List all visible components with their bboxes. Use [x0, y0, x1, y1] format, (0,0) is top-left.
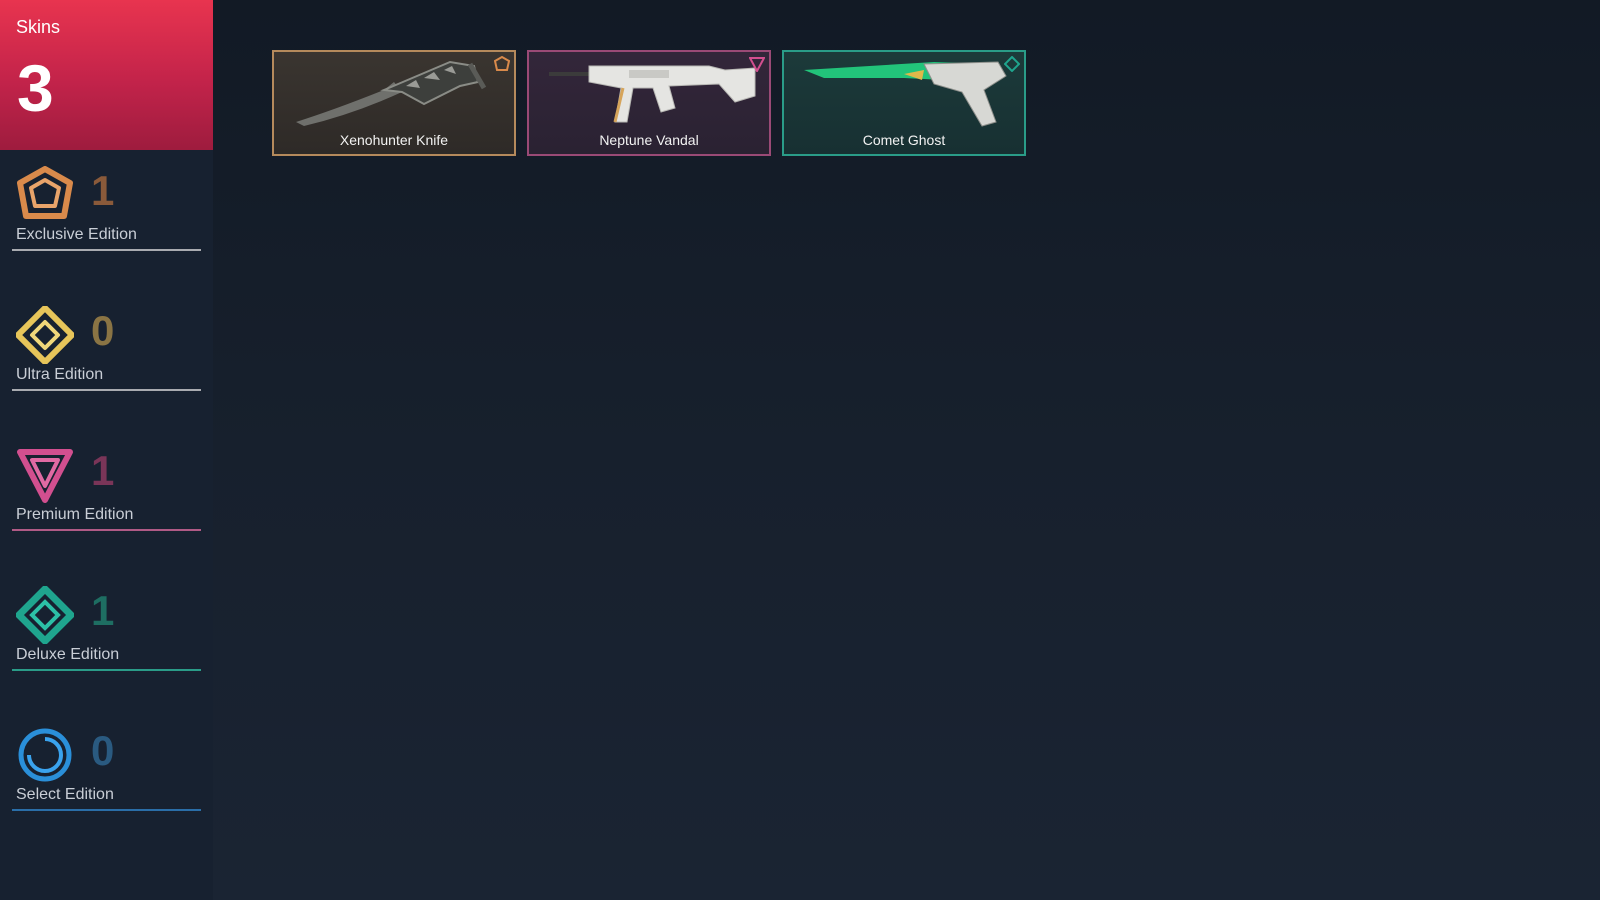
- exclusive-edition-icon: [494, 56, 510, 72]
- knife-icon: [274, 52, 514, 132]
- tier-label: Ultra Edition: [16, 366, 104, 383]
- tier-label: Deluxe Edition: [16, 646, 120, 663]
- premium-edition-icon: [749, 56, 765, 72]
- skins-total-count: 3: [17, 51, 54, 125]
- tier-count: 1: [91, 447, 115, 494]
- tier-divider: [12, 249, 201, 251]
- tier-deluxe-edition: 1 Deluxe Edition: [12, 586, 201, 676]
- tier-exclusive-edition: 1 Exclusive Edition: [12, 166, 201, 256]
- sidebar: Skins 3 1 Exclusive Edition 0 Ultra Edit…: [0, 0, 213, 900]
- ultra-edition-icon: [16, 306, 74, 364]
- tier-divider: [12, 529, 201, 531]
- deluxe-edition-icon: [16, 586, 74, 644]
- pistol-icon: [784, 52, 1024, 132]
- select-edition-icon: [16, 726, 74, 784]
- skin-name: Xenohunter Knife: [339, 132, 449, 148]
- premium-edition-icon: [16, 446, 74, 504]
- tier-count: 0: [91, 307, 115, 354]
- tier-divider: [12, 809, 201, 811]
- skins-label: Skins: [16, 17, 61, 37]
- tier-premium-edition: 1 Premium Edition: [12, 446, 201, 536]
- tier-count: 0: [91, 727, 115, 774]
- rifle-icon: [529, 52, 769, 132]
- tier-divider: [12, 389, 201, 391]
- deluxe-edition-icon: [1004, 56, 1020, 72]
- tier-select-edition: 0 Select Edition: [12, 726, 201, 816]
- tier-count: 1: [91, 587, 115, 634]
- skin-name: Comet Ghost: [862, 132, 946, 148]
- tier-ultra-edition: 0 Ultra Edition: [12, 306, 201, 396]
- skin-name: Neptune Vandal: [599, 132, 699, 148]
- tier-count: 1: [91, 167, 115, 214]
- skins-total-panel: Skins 3: [0, 0, 213, 150]
- skin-card-neptune-vandal[interactable]: Neptune Vandal: [527, 50, 771, 156]
- exclusive-edition-icon: [16, 166, 74, 224]
- tier-divider: [12, 669, 201, 671]
- tier-label: Select Edition: [16, 786, 114, 803]
- skin-card-xenohunter-knife[interactable]: Xenohunter Knife: [272, 50, 516, 156]
- tier-label: Exclusive Edition: [16, 226, 137, 243]
- tier-label: Premium Edition: [16, 506, 134, 523]
- skin-card-comet-ghost[interactable]: Comet Ghost: [782, 50, 1026, 156]
